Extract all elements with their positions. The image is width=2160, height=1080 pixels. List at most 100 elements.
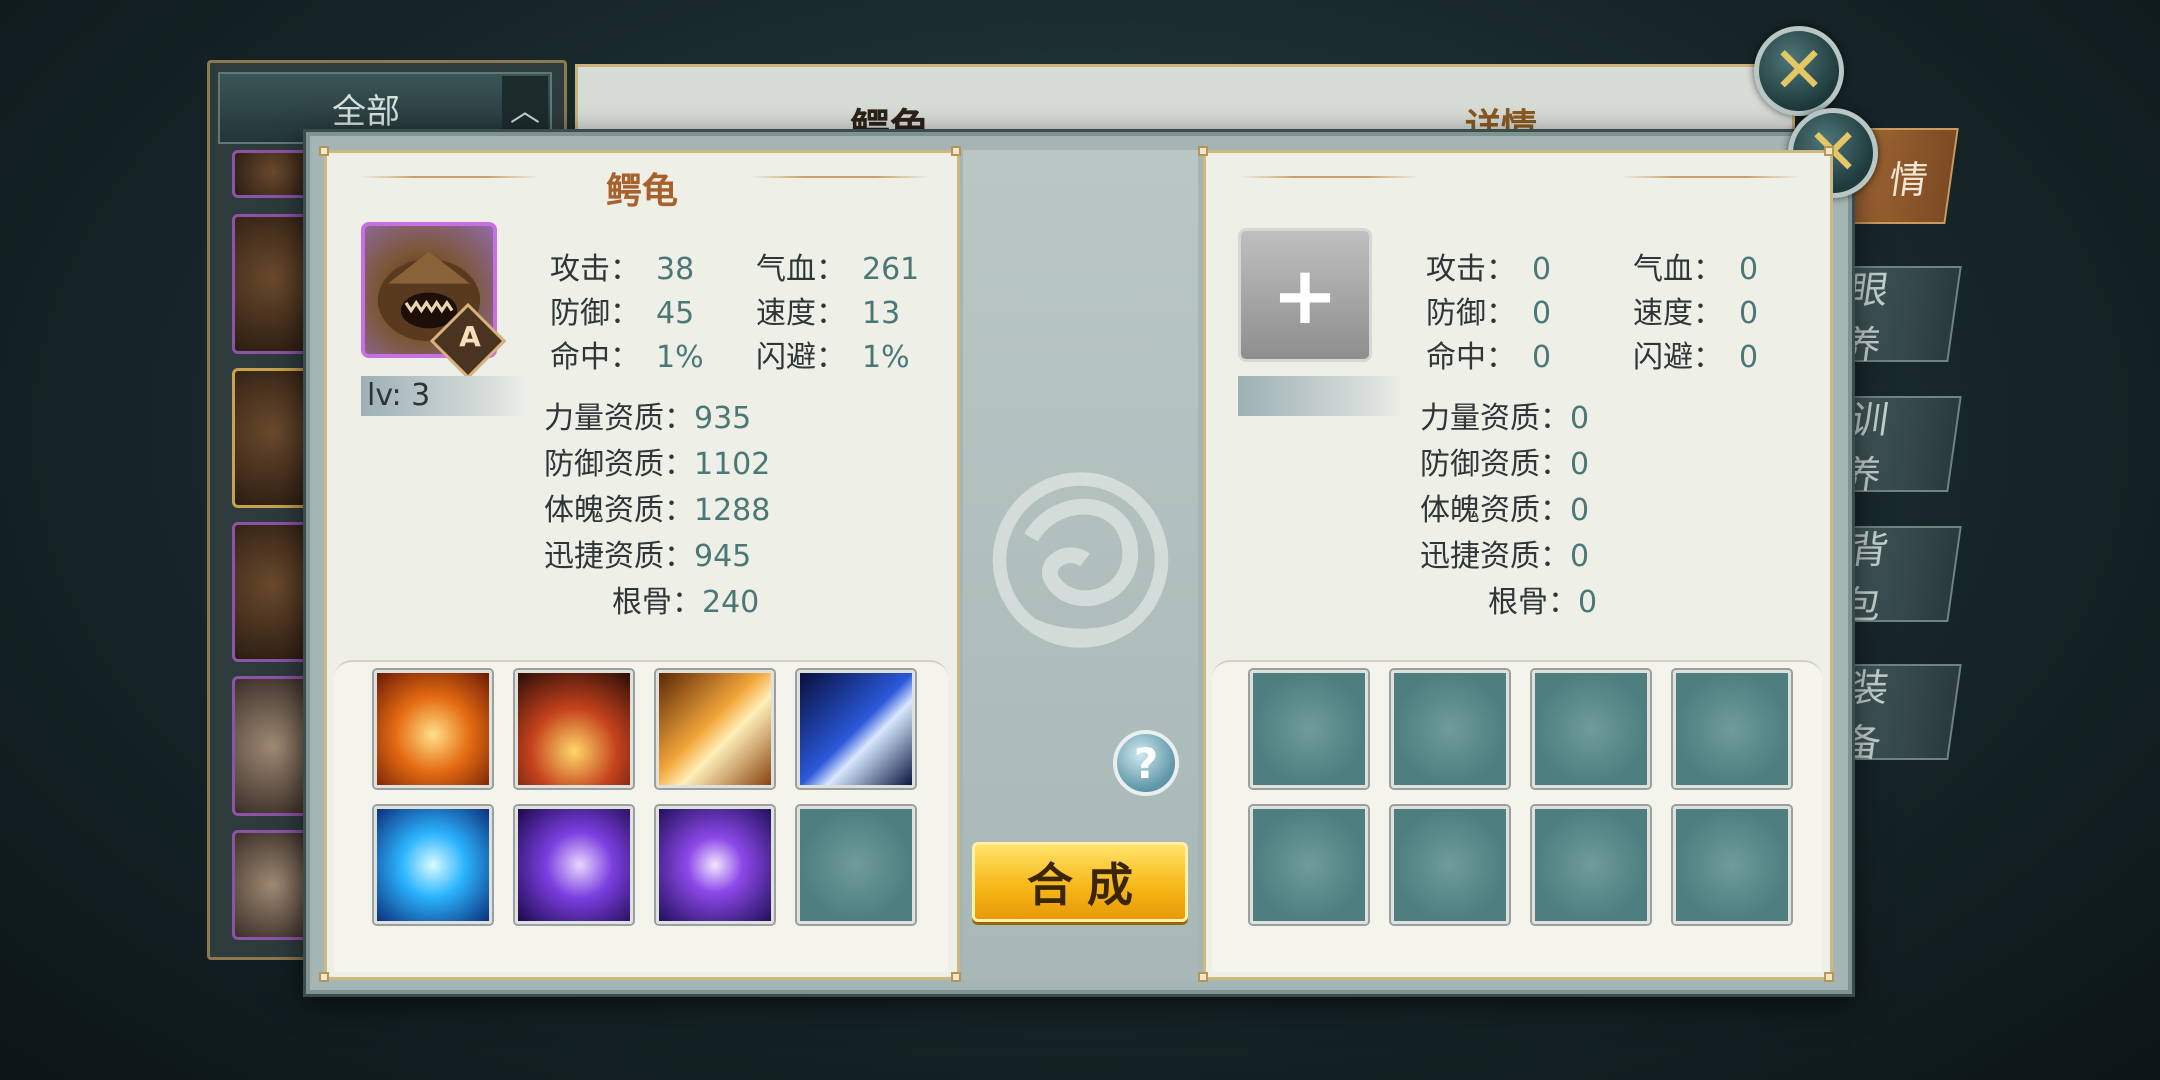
stat-label: 闪避：: [1633, 340, 1723, 375]
title-divider: [750, 176, 930, 178]
empty-skill-slot[interactable]: [1250, 806, 1368, 924]
corner-ornament: [1824, 146, 1834, 156]
empty-skill-slot[interactable]: [1532, 670, 1650, 788]
empty-skill-slot[interactable]: [1250, 670, 1368, 788]
empty-skill-slot[interactable]: [1673, 806, 1791, 924]
merge-button[interactable]: 合成: [972, 842, 1188, 922]
stat-value: 45: [656, 296, 695, 331]
empty-skill-slot[interactable]: [1532, 806, 1650, 924]
title-divider: [1620, 176, 1800, 178]
corner-ornament: [951, 146, 961, 156]
pet-list-card[interactable]: [232, 368, 314, 508]
pet-list-card[interactable]: [232, 830, 314, 940]
stat-value: 261: [862, 252, 920, 287]
aptitude-label: 防御资质：: [544, 447, 694, 482]
golden-claw-skill-icon[interactable]: [656, 670, 774, 788]
empty-skill-slot[interactable]: [1391, 806, 1509, 924]
aptitude-constitution: 体魄资质：1288: [544, 485, 770, 529]
pet-level: lv: 3: [361, 376, 527, 416]
stat-label: 攻击：: [550, 252, 640, 287]
stat-speed: 速度： 13: [756, 288, 900, 332]
fire-shield-skill-icon[interactable]: [374, 670, 492, 788]
empty-skill-slot[interactable]: [1391, 670, 1509, 788]
aptitude-value: 1288: [694, 493, 771, 528]
stat-speed: 速度： 0: [1633, 288, 1758, 332]
corner-ornament: [319, 972, 329, 982]
pet-list-card[interactable]: [232, 150, 314, 198]
tab-equip-label: 装 备: [1839, 666, 1892, 765]
stat-defense: 防御： 0: [1426, 288, 1551, 332]
stat-label: 闪避：: [756, 340, 846, 375]
aptitude-value: 945: [694, 539, 752, 574]
stat-label: 速度：: [756, 296, 846, 331]
aptitude-value: 0: [1570, 447, 1590, 482]
stat-attack: 攻击： 38: [550, 244, 694, 288]
stat-label: 攻击：: [1426, 252, 1516, 287]
pet-list-card[interactable]: [232, 522, 314, 662]
aptitude-label: 迅捷资质：: [544, 539, 694, 574]
corner-ornament: [319, 146, 329, 156]
aptitude-label: 防御资质：: [1420, 447, 1570, 482]
aptitude-constitution: 体魄资质：0: [1420, 485, 1589, 529]
stat-value: 38: [656, 252, 695, 287]
stat-value: 13: [862, 296, 901, 331]
corner-ornament: [1198, 972, 1208, 982]
empty-level-bar: [1238, 376, 1404, 416]
turtle-fire-skill-icon[interactable]: [515, 670, 633, 788]
pet-list-card[interactable]: [232, 214, 314, 354]
empty-skill-slot[interactable]: [1673, 670, 1791, 788]
chevron-up-icon[interactable]: ︿: [502, 76, 548, 140]
stat-value: 0: [1739, 296, 1759, 331]
purple-vortex-skill-icon[interactable]: [515, 806, 633, 924]
stat-value: 0: [1532, 296, 1552, 331]
aptitude-defense: 防御资质：1102: [544, 439, 770, 483]
stat-hit: 命中： 1%: [550, 332, 704, 376]
title-divider: [360, 176, 540, 178]
aptitude-value: 0: [1578, 585, 1598, 620]
aptitude-agility: 迅捷资质：0: [1420, 531, 1589, 575]
purple-whirl-skill-icon[interactable]: [656, 806, 774, 924]
title-divider: [1240, 176, 1420, 178]
blue-slash-skill-icon[interactable]: [797, 670, 915, 788]
stat-label: 命中：: [1426, 340, 1516, 375]
tab-raise[interactable]: 眼 养: [1838, 266, 1962, 367]
help-button[interactable]: ?: [1113, 730, 1179, 796]
aptitude-value: 0: [1570, 493, 1590, 528]
aptitude-value: 0: [1570, 401, 1590, 436]
tab-raise-label: 眼 养: [1839, 268, 1892, 367]
tab-bag[interactable]: 背 包: [1838, 526, 1962, 627]
aptitude-label: 体魄资质：: [1420, 493, 1570, 528]
left-pet-name: 鳄龟: [606, 171, 679, 212]
stat-defense: 防御： 45: [550, 288, 694, 332]
background-close-button[interactable]: ✕: [1754, 26, 1844, 116]
aptitude-label: 迅捷资质：: [1420, 539, 1570, 574]
pet-list-card[interactable]: [232, 676, 314, 816]
aptitude-label: 体魄资质：: [544, 493, 694, 528]
stat-value: 0: [1532, 340, 1552, 375]
corner-ornament: [951, 972, 961, 982]
corner-ornament: [1198, 146, 1208, 156]
stat-hp: 气血： 0: [1633, 244, 1758, 288]
aptitude-label: 根骨：: [612, 585, 702, 620]
stat-attack: 攻击： 0: [1426, 244, 1551, 288]
stat-label: 命中：: [550, 340, 640, 375]
add-pet-button[interactable]: +: [1238, 228, 1372, 362]
dragon-emblem-icon: [992, 472, 1169, 648]
empty-skill-slot[interactable]: [797, 806, 915, 924]
background-pet-panel: [575, 64, 1795, 134]
tab-train[interactable]: 训 养: [1838, 396, 1962, 497]
tab-equip[interactable]: 装 备: [1838, 664, 1962, 765]
stat-value: 0: [1739, 252, 1759, 287]
aptitude-strength: 力量资质：0: [1420, 393, 1589, 437]
ice-wolf-skill-icon[interactable]: [374, 806, 492, 924]
aptitude-label: 根骨：: [1488, 585, 1578, 620]
stat-label: 气血：: [756, 252, 846, 287]
aptitude-value: 1102: [694, 447, 771, 482]
stat-dodge: 闪避： 1%: [756, 332, 910, 376]
stat-value: 1%: [862, 340, 910, 375]
aptitude-agility: 迅捷资质：945: [544, 531, 751, 575]
question-icon: ?: [1133, 738, 1159, 788]
aptitude-label: 力量资质：: [1420, 401, 1570, 436]
aptitude-value: 935: [694, 401, 752, 436]
close-icon: ✕: [1772, 34, 1826, 108]
